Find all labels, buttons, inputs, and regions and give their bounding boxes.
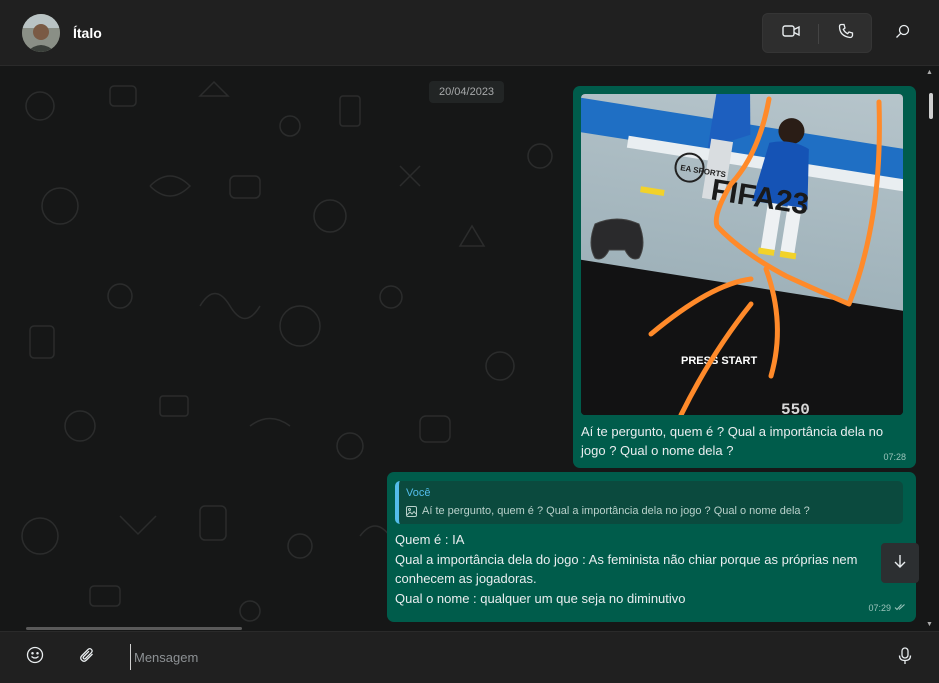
message-input[interactable] xyxy=(130,644,870,670)
outgoing-reply-message[interactable]: Você Aí te pergunto, quem é ? Qual a imp… xyxy=(387,472,916,622)
chat-header: Ítalo xyxy=(0,0,939,66)
press-start-text: PRESS START xyxy=(681,355,757,367)
message-line: Qual a importância dela do jogo : As fem… xyxy=(395,551,858,567)
quote-text: Aí te pergunto, quem é ? Qual a importân… xyxy=(406,505,810,517)
message-timestamp: 07:29 xyxy=(868,603,891,613)
call-buttons xyxy=(762,13,872,53)
message-photo[interactable]: EA SPORTS FIFA23 PRESS START 550 xyxy=(581,94,903,415)
search-icon xyxy=(895,24,910,44)
date-divider: 20/04/2023 xyxy=(429,81,505,103)
scroll-down-arrow-icon[interactable]: ▼ xyxy=(926,621,933,628)
counter-text: 550 xyxy=(781,401,810,415)
contact-name[interactable]: Ítalo xyxy=(73,25,102,41)
attach-button[interactable] xyxy=(76,646,98,668)
message-text: Quem é : IA Qual a importância dela do j… xyxy=(395,530,900,608)
outgoing-image-message[interactable]: EA SPORTS FIFA23 PRESS START 550 Aí te p… xyxy=(573,86,916,468)
scroll-up-arrow-icon[interactable]: ▲ xyxy=(926,69,933,76)
emoji-icon xyxy=(26,646,44,669)
microphone-icon xyxy=(898,646,912,670)
read-double-check-icon xyxy=(894,603,906,613)
contact-avatar[interactable] xyxy=(22,14,60,52)
message-line: Quem é : IA xyxy=(395,532,465,547)
paperclip-icon xyxy=(79,647,95,668)
quoted-message[interactable]: Você Aí te pergunto, quem é ? Qual a imp… xyxy=(395,481,903,524)
scroll-to-bottom-button[interactable] xyxy=(881,543,919,583)
phone-icon xyxy=(838,23,854,44)
message-composer xyxy=(0,631,939,683)
voice-call-button[interactable] xyxy=(819,14,873,52)
message-timestamp: 07:28 xyxy=(883,452,906,462)
arrow-down-icon xyxy=(892,553,908,574)
quote-author: Você xyxy=(406,487,431,499)
video-call-button[interactable] xyxy=(763,14,818,52)
scrollbar-thumb[interactable] xyxy=(929,93,933,119)
horizontal-scrollbar[interactable] xyxy=(26,627,242,630)
video-camera-icon xyxy=(781,24,800,43)
message-caption: Aí te pergunto, quem é ? Qual a importân… xyxy=(581,424,884,458)
image-icon xyxy=(406,505,417,517)
emoji-button[interactable] xyxy=(24,646,46,668)
quote-text-content: Aí te pergunto, quem é ? Qual a importân… xyxy=(422,505,810,517)
message-list[interactable]: 20/04/2023 EA SPORTS FIFA23 PRESS START … xyxy=(0,66,939,631)
message-meta: 07:29 xyxy=(868,603,906,613)
message-line: Qual o nome : qualquer um que seja no di… xyxy=(395,590,686,606)
voice-message-button[interactable] xyxy=(894,646,916,670)
search-button[interactable] xyxy=(888,20,916,48)
vertical-scrollbar[interactable]: ▲ ▼ xyxy=(926,69,936,628)
message-line: conhecem as jogadoras. xyxy=(395,571,537,586)
